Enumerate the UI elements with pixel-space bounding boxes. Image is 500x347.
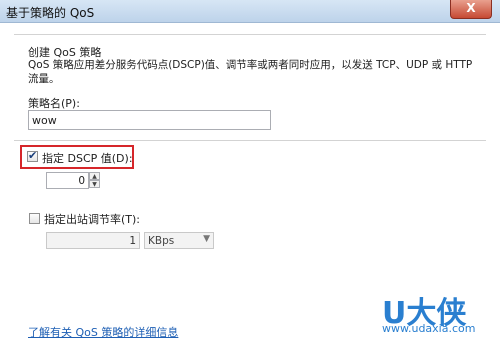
dscp-value-stepper[interactable]: 0 ▲ ▼ [46, 172, 101, 189]
chevron-down-icon: ▼ [203, 234, 210, 244]
policy-name-label: 策略名(P): [28, 97, 80, 110]
close-button[interactable]: X [450, 0, 492, 19]
dscp-value-field[interactable]: 0 [46, 172, 89, 189]
form-description: QoS 策略应用差分服务代码点(DSCP)值、调节率或两者同时应用，以发送 TC… [28, 59, 473, 85]
dscp-checkbox[interactable]: ✔ [27, 149, 38, 162]
watermark-url: www.udaxia.com [382, 322, 476, 335]
stepper-down-icon[interactable]: ▼ [89, 180, 100, 188]
close-icon: X [466, 1, 476, 15]
throttle-checkbox-label[interactable]: 指定出站调节率(T): [44, 211, 140, 227]
top-divider [14, 34, 486, 35]
dscp-checkbox-label[interactable]: 指定 DSCP 值(D): [42, 150, 133, 166]
checkmark-icon: ✔ [28, 149, 38, 162]
stepper-up-icon[interactable]: ▲ [89, 172, 100, 180]
throttle-checkbox[interactable] [29, 213, 40, 224]
learn-more-link[interactable]: 了解有关 QoS 策略的详细信息 [28, 324, 178, 340]
throttle-rate-field[interactable]: 1 [46, 232, 140, 249]
policy-name-input[interactable]: wow [28, 110, 271, 130]
throttle-unit-value: KBps [148, 235, 175, 247]
title-bar: 基于策略的 QoS X [0, 0, 500, 23]
throttle-unit-select[interactable]: KBps ▼ [144, 232, 214, 249]
stepper-buttons: ▲ ▼ [89, 172, 100, 189]
middle-divider [14, 140, 486, 141]
window-title: 基于策略的 QoS [6, 6, 95, 20]
